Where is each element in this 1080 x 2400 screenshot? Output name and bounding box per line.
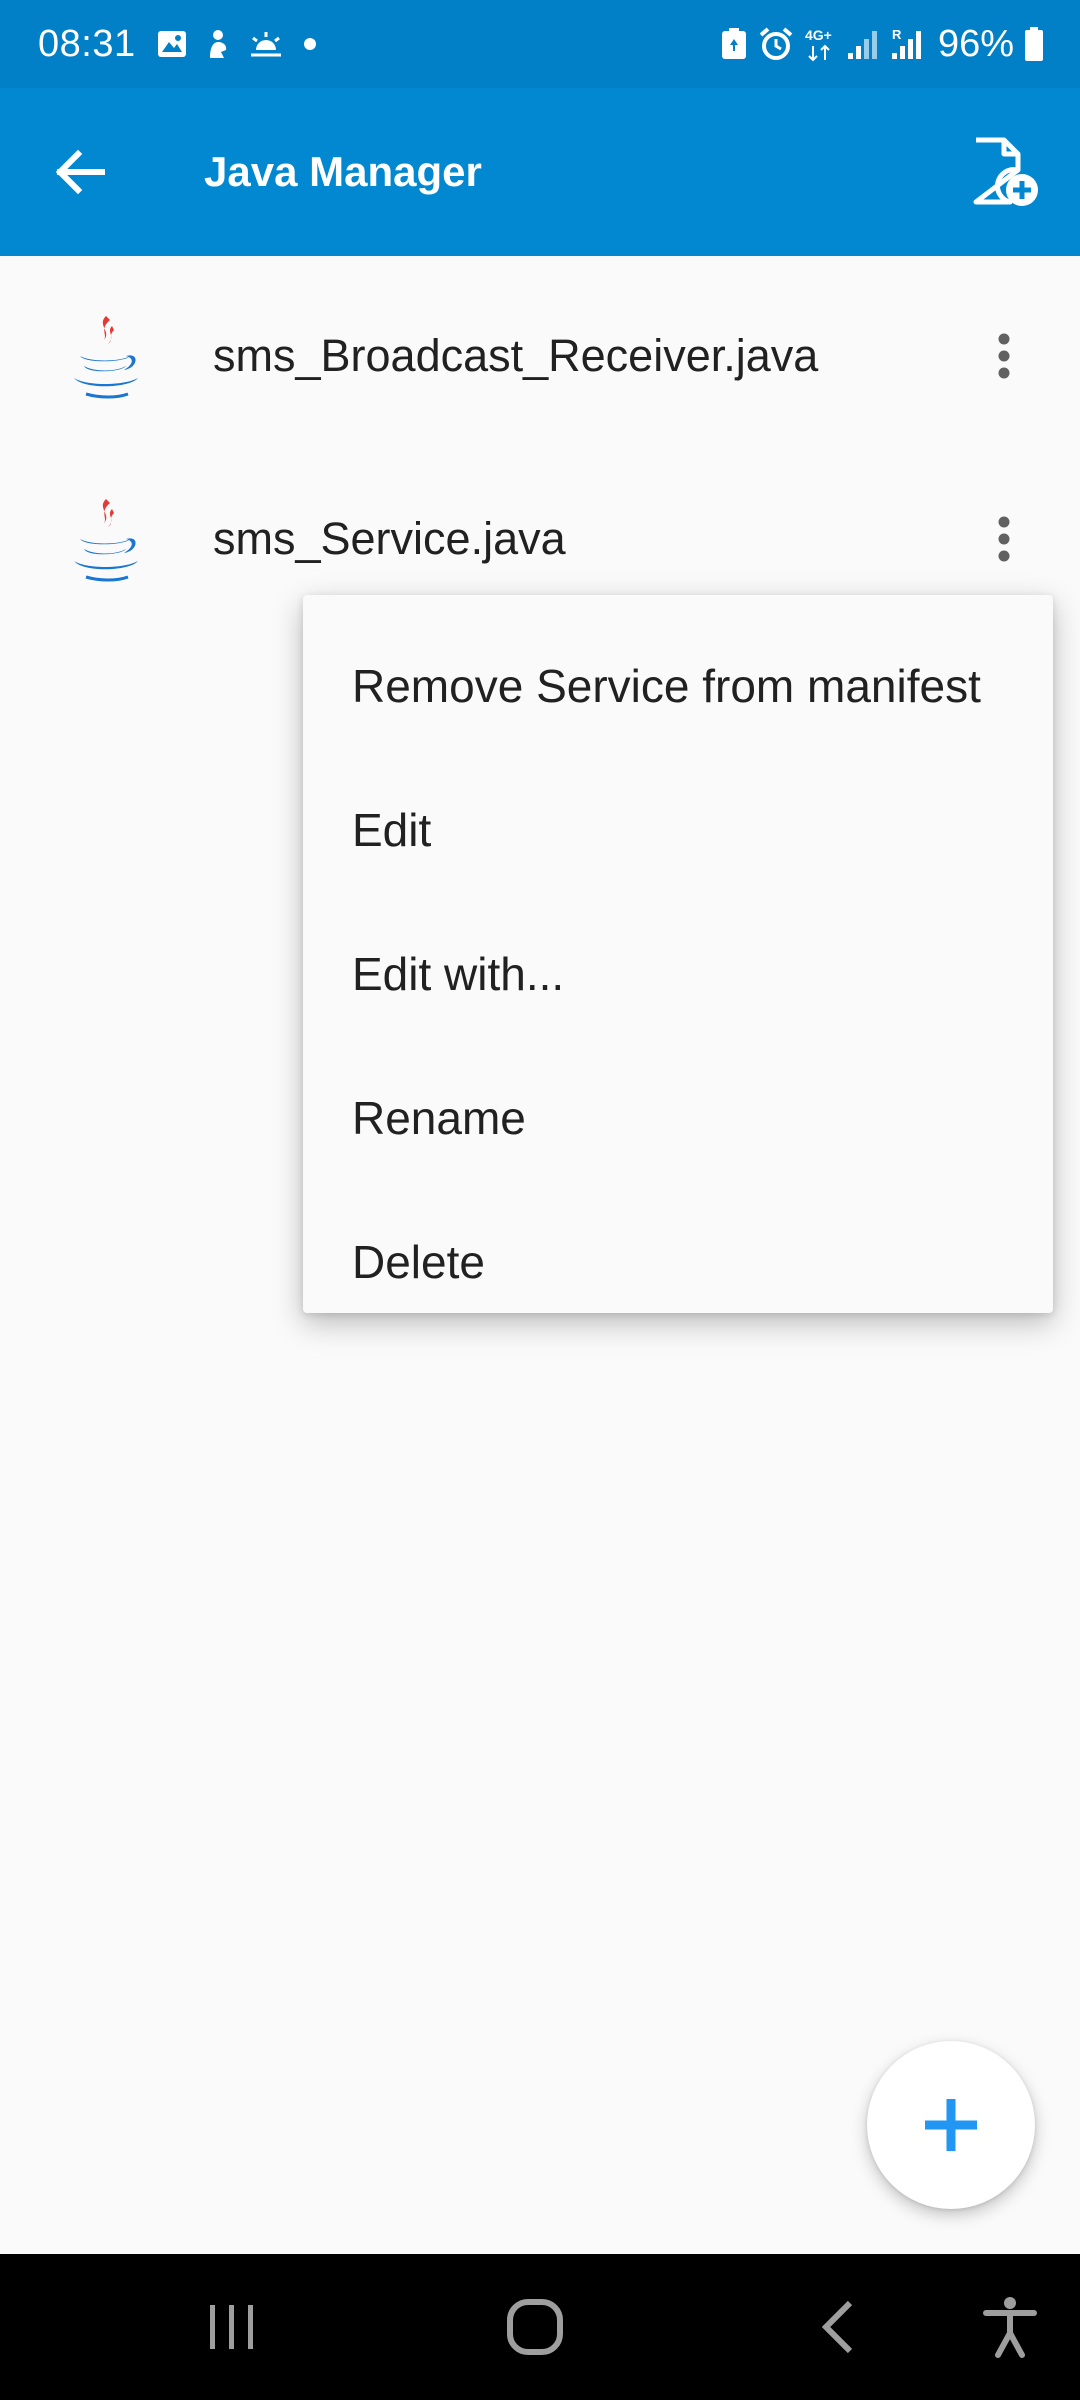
- list-item[interactable]: sms_Broadcast_Receiver.java: [0, 265, 1080, 447]
- popup-menu: Remove Service from manifest Edit Edit w…: [303, 595, 1053, 1313]
- roaming-signal-icon: R: [890, 27, 924, 61]
- overflow-menu-button[interactable]: [964, 312, 1044, 400]
- recent-apps-icon: [210, 2305, 253, 2349]
- status-bar: 08:31 4G+ R 96%: [0, 0, 1080, 88]
- overflow-menu-button[interactable]: [964, 495, 1044, 583]
- menu-item-rename[interactable]: Rename: [303, 1046, 1053, 1190]
- arrow-back-icon: [55, 149, 105, 195]
- new-file-button[interactable]: [958, 126, 1050, 218]
- menu-item-edit[interactable]: Edit: [303, 758, 1053, 902]
- status-left: 08:31: [38, 0, 322, 88]
- back-nav-button[interactable]: [788, 2277, 888, 2377]
- new-file-icon: [973, 137, 1038, 206]
- menu-item-delete[interactable]: Delete: [303, 1190, 1053, 1334]
- back-icon: [821, 2300, 853, 2354]
- home-icon: [507, 2299, 563, 2355]
- alarm-icon: [758, 26, 794, 62]
- signal-icon: [846, 27, 880, 61]
- add-icon: [925, 2099, 977, 2151]
- status-time: 08:31: [38, 22, 136, 65]
- person-icon: [202, 28, 234, 60]
- battery-icon: [1024, 26, 1044, 62]
- accessibility-icon: [983, 2297, 1037, 2358]
- more-vert-icon: [998, 333, 1010, 379]
- status-right: 4G+ R 96%: [720, 0, 1044, 88]
- home-button[interactable]: [485, 2277, 585, 2377]
- menu-item-remove-service[interactable]: Remove Service from manifest: [303, 614, 1053, 758]
- file-name: sms_Broadcast_Receiver.java: [213, 330, 819, 381]
- menu-item-edit-with[interactable]: Edit with...: [303, 902, 1053, 1046]
- accessibility-button[interactable]: [960, 2277, 1060, 2377]
- dot-icon: [298, 32, 322, 56]
- java-icon: [74, 499, 138, 582]
- more-vert-icon: [998, 516, 1010, 562]
- app-bar: Java Manager: [0, 88, 1080, 256]
- battery-saver-icon: [720, 27, 748, 61]
- add-fab-button[interactable]: [867, 2041, 1035, 2209]
- page-title: Java Manager: [204, 148, 482, 195]
- gallery-icon: [156, 28, 188, 60]
- java-icon: [74, 316, 138, 399]
- battery-percent: 96%: [937, 22, 1014, 65]
- svg-text:R: R: [892, 27, 902, 42]
- navigation-bar: [0, 2254, 1080, 2400]
- back-button[interactable]: [40, 132, 120, 212]
- 4g-icon: 4G+: [804, 26, 836, 62]
- weather-icon: [248, 28, 284, 60]
- svg-text:4G+: 4G+: [805, 27, 832, 43]
- recent-apps-button[interactable]: [182, 2277, 282, 2377]
